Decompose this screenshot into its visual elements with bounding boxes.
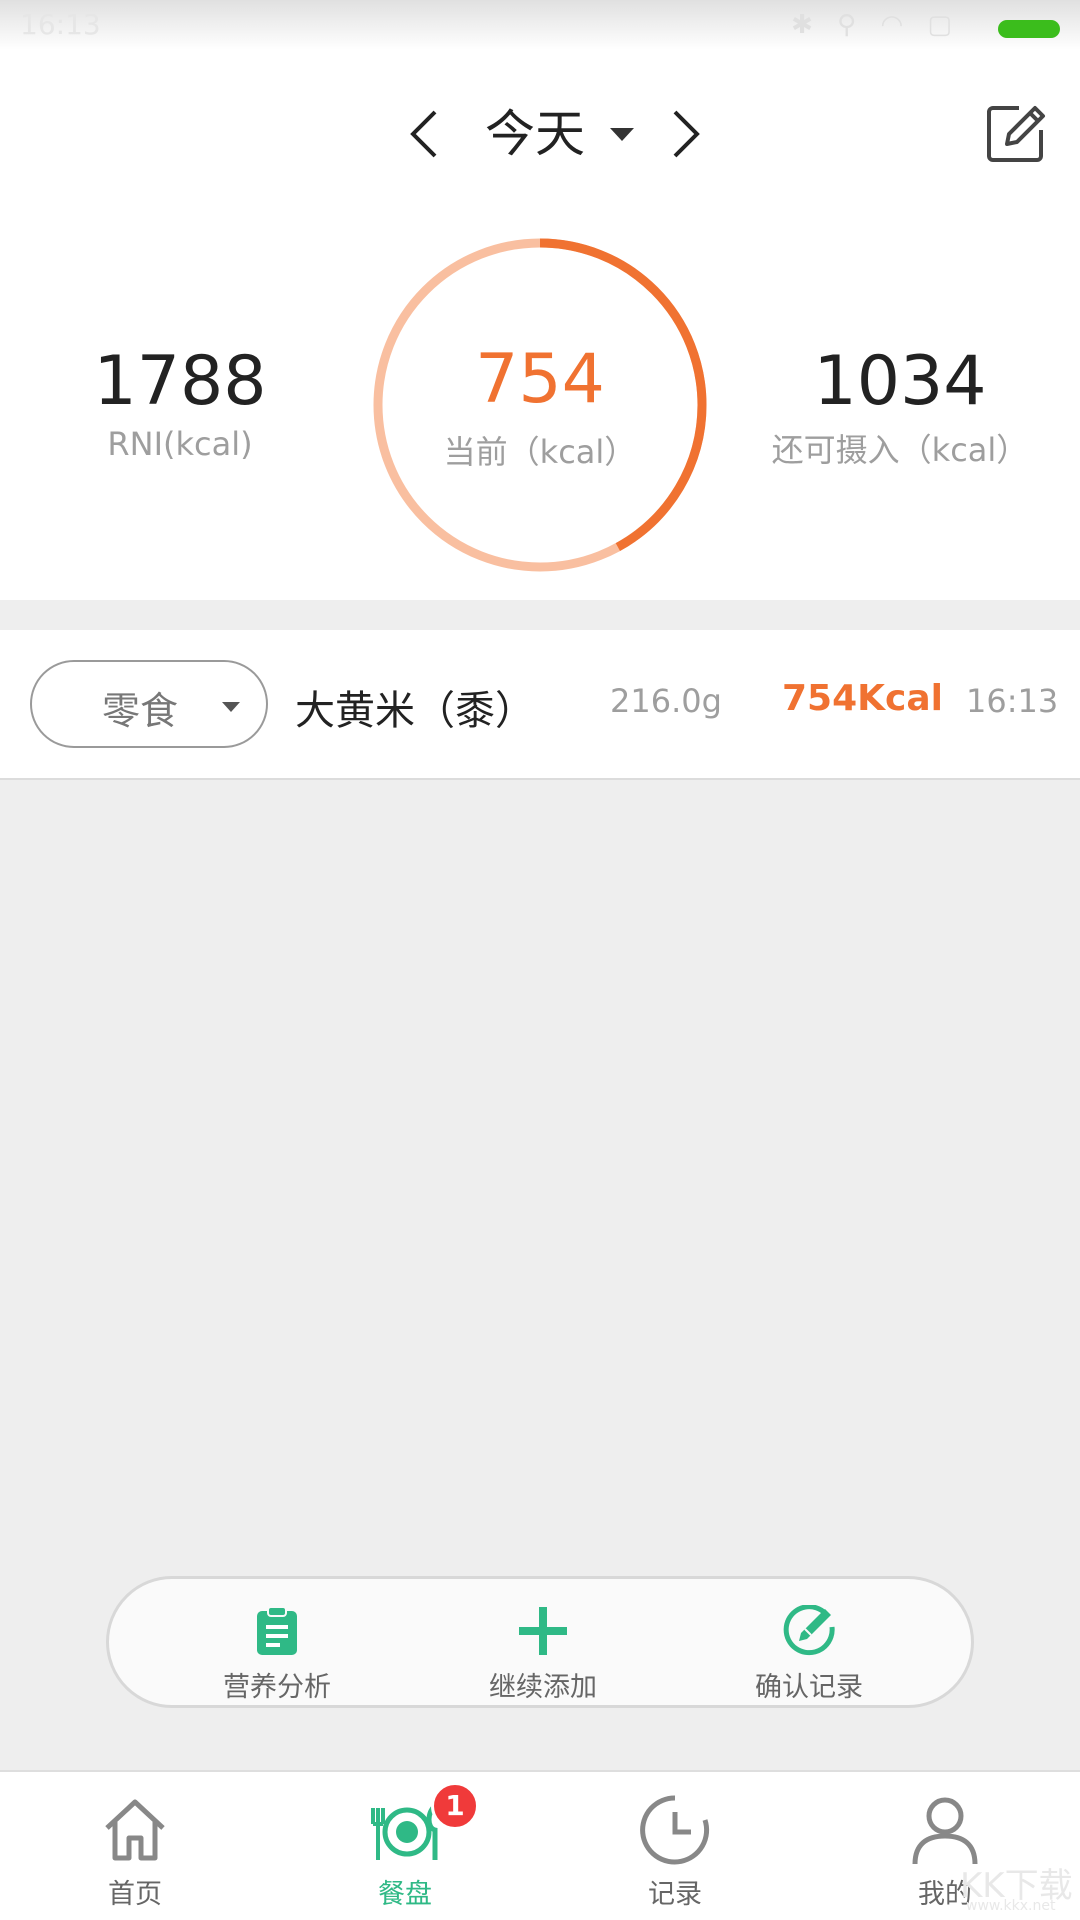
status-icons: ✱ ⚲ ◠ ▢: [791, 10, 960, 40]
food-entry-row[interactable]: 零食 大黄米（黍） 216.0g 754Kcal 16:13: [0, 630, 1080, 780]
current-label: 当前（kcal）: [443, 433, 637, 471]
action-label: 营养分析: [223, 1672, 331, 1703]
rni-stat: 1788 RNI(kcal): [40, 342, 320, 463]
user-icon: [912, 1797, 978, 1865]
nutrition-analysis-button[interactable]: 营养分析: [177, 1579, 377, 1711]
home-icon: [105, 1799, 165, 1861]
food-name: 大黄米（黍）: [295, 688, 535, 734]
chevron-down-icon: [222, 702, 240, 712]
status-bar: 16:13 ✱ ⚲ ◠ ▢: [0, 0, 1080, 50]
battery-icon: [998, 20, 1060, 38]
date-selector[interactable]: 今天: [485, 104, 585, 164]
meal-type-label: 零食: [102, 689, 179, 733]
current-value: 754: [475, 340, 605, 419]
rni-label: RNI(kcal): [107, 425, 253, 463]
clock-icon: [640, 1795, 710, 1865]
action-bar: 营养分析 继续添加 确认记录: [106, 1576, 974, 1708]
action-label: 继续添加: [489, 1672, 597, 1703]
edit-button[interactable]: [985, 102, 1047, 164]
remaining-label: 还可摄入（kcal）: [771, 431, 1029, 469]
food-time: 16:13: [966, 682, 1059, 720]
chevron-down-icon[interactable]: [610, 128, 634, 141]
chevron-left-icon: [410, 110, 437, 158]
nav-plate[interactable]: 1 餐盘: [305, 1772, 505, 1920]
nav-label: 餐盘: [378, 1879, 432, 1910]
status-time: 16:13: [20, 8, 101, 41]
nav-records[interactable]: 记录: [575, 1772, 775, 1920]
food-kcal: 754Kcal: [782, 678, 944, 719]
date-navigator: 今天: [0, 50, 1080, 170]
next-day-button[interactable]: [655, 104, 715, 164]
nav-label: 记录: [648, 1879, 702, 1910]
plate-count-badge: 1: [431, 1782, 479, 1830]
edit-icon: [987, 106, 1045, 162]
current-stat: 754 当前（kcal）: [372, 340, 708, 473]
watermark-url: www.kkx.net: [966, 1898, 1056, 1914]
bottom-nav: 首页 1 餐盘 记录 我的: [0, 1770, 1080, 1920]
rni-value: 1788: [93, 342, 267, 421]
chevron-right-icon: [673, 110, 700, 158]
check-pencil-icon: [783, 1605, 835, 1656]
nav-home[interactable]: 首页: [35, 1772, 235, 1920]
nav-label: 首页: [108, 1879, 162, 1910]
food-weight: 216.0g: [610, 682, 722, 720]
prev-day-button[interactable]: [395, 104, 455, 164]
remaining-stat: 1034 还可摄入（kcal）: [760, 342, 1040, 471]
continue-add-button[interactable]: 继续添加: [443, 1579, 643, 1711]
action-label: 确认记录: [755, 1672, 863, 1703]
remaining-value: 1034: [813, 342, 987, 421]
clipboard-icon: [257, 1606, 297, 1655]
meal-type-select[interactable]: 零食: [30, 660, 268, 748]
confirm-record-button[interactable]: 确认记录: [709, 1579, 909, 1711]
plus-icon: [519, 1607, 567, 1655]
